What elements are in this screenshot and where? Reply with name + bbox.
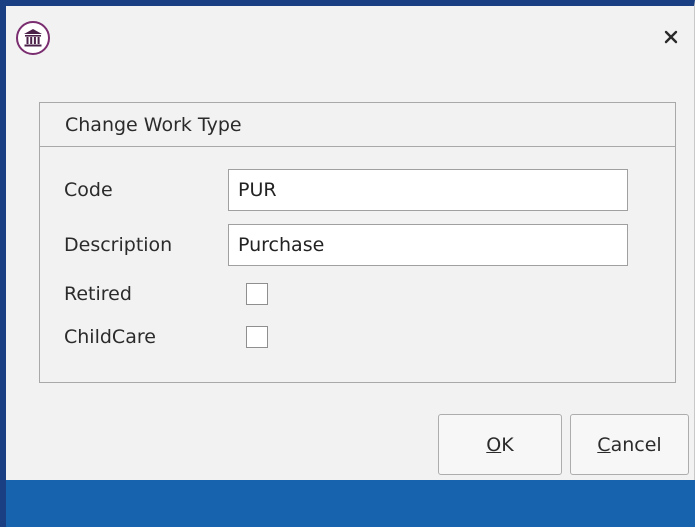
retired-checkbox[interactable] <box>246 283 268 305</box>
description-label: Description <box>64 234 173 256</box>
childcare-checkbox[interactable] <box>246 326 268 348</box>
description-input[interactable]: Purchase <box>228 224 628 266</box>
ok-access-key: O <box>486 433 502 456</box>
childcare-row: ChildCare <box>64 326 268 348</box>
childcare-label: ChildCare <box>64 326 156 348</box>
code-input[interactable]: PUR <box>228 169 628 211</box>
footer-bar <box>6 480 695 527</box>
code-label: Code <box>64 179 113 201</box>
group-title: Change Work Type <box>40 103 675 147</box>
description-row: Description Purchase <box>64 224 628 266</box>
cancel-access-key: C <box>597 433 611 456</box>
title-bar <box>6 6 694 76</box>
close-button[interactable] <box>658 24 684 50</box>
cancel-button[interactable]: Cancel <box>570 414 689 475</box>
ok-label-rest: K <box>501 433 514 456</box>
retired-label: Retired <box>64 283 132 305</box>
dialog-window: Change Work Type Code PUR Description Pu… <box>0 0 695 527</box>
courthouse-icon <box>16 21 50 55</box>
code-row: Code PUR <box>64 169 628 211</box>
change-work-type-group: Change Work Type Code PUR Description Pu… <box>39 102 676 383</box>
ok-button[interactable]: OK <box>438 414 562 475</box>
retired-row: Retired <box>64 283 268 305</box>
cancel-label-rest: ancel <box>610 433 662 456</box>
close-icon <box>664 30 678 44</box>
